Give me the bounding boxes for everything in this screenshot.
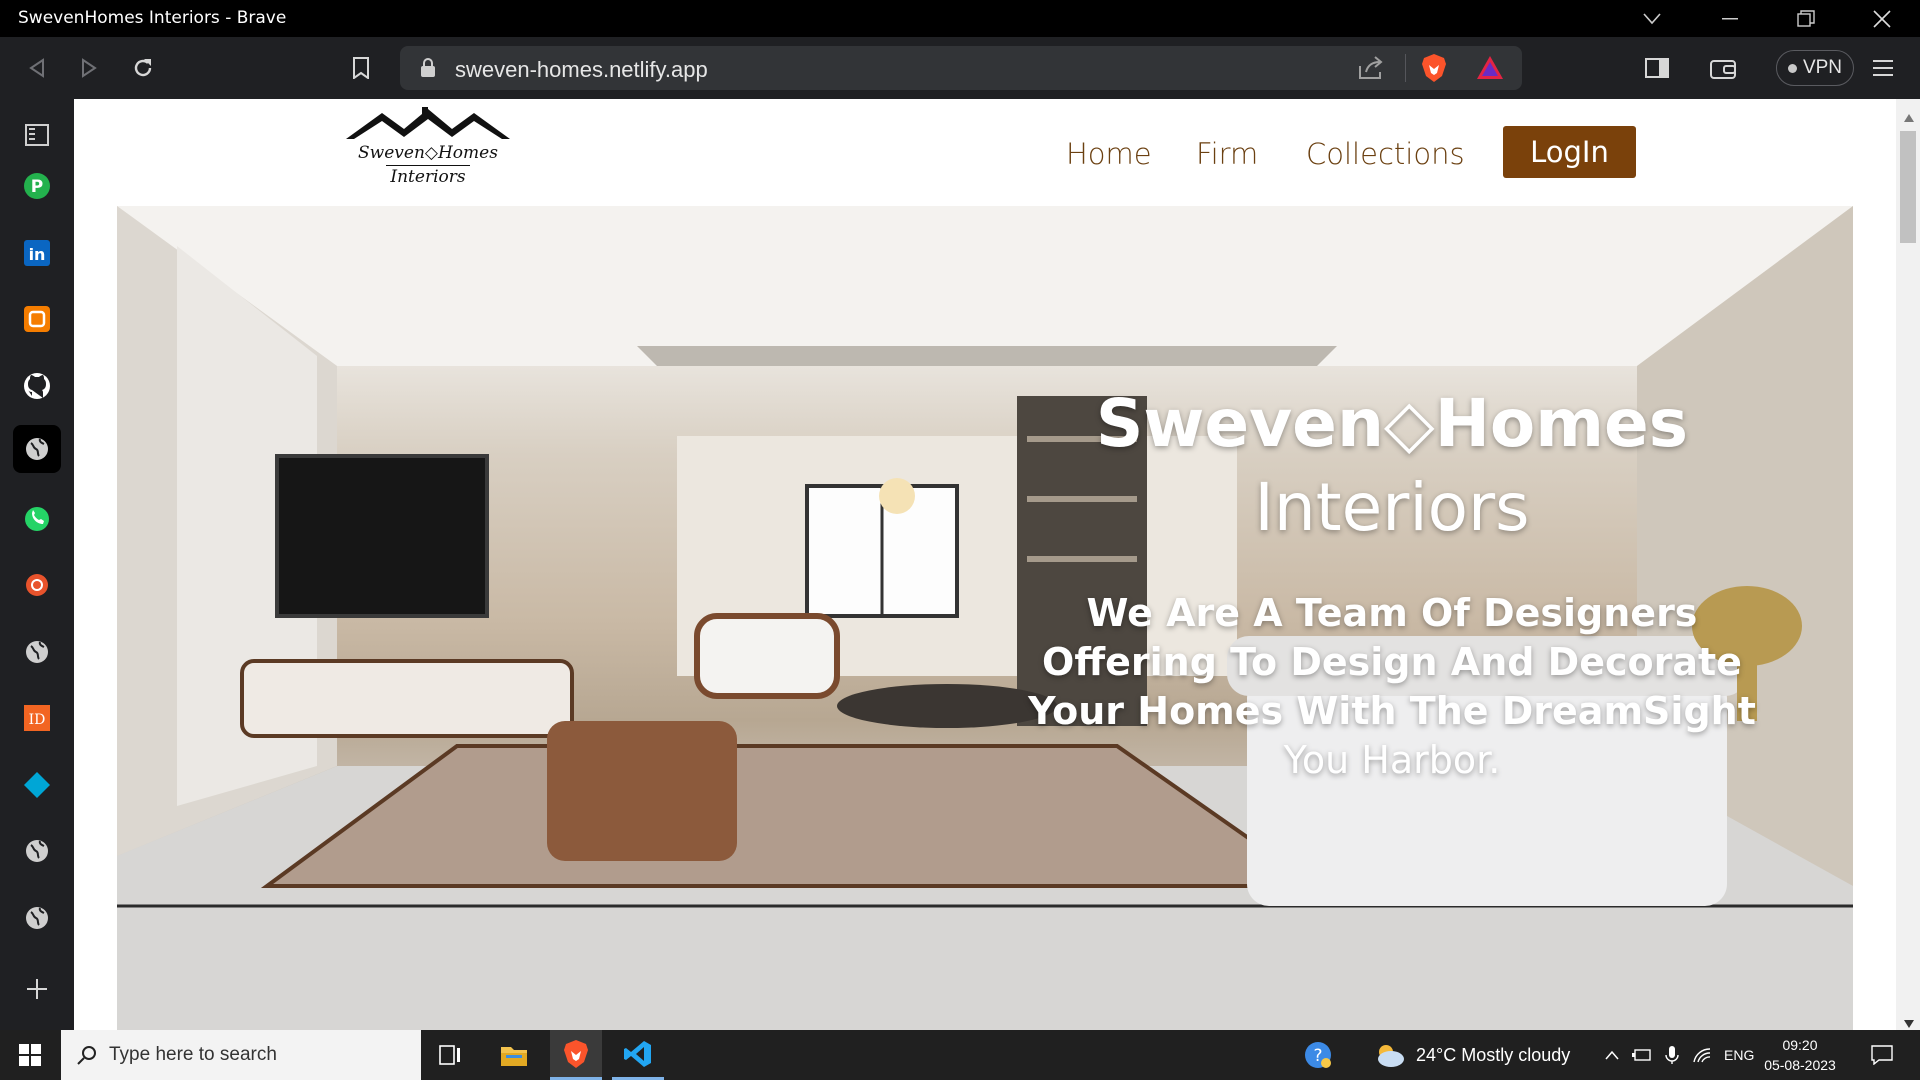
svg-text:in: in — [29, 245, 46, 264]
browser-sidebar: P in ID — [0, 99, 74, 1030]
address-bar[interactable]: sweven-homes.netlify.app — [400, 46, 1522, 90]
page-scrollbar[interactable] — [1896, 99, 1920, 1030]
id-icon[interactable]: ID — [13, 694, 61, 742]
nav-firm[interactable]: Firm — [1196, 137, 1258, 171]
brave-rewards-icon[interactable] — [1476, 55, 1504, 85]
weather-text: 24°C Mostly cloudy — [1416, 1044, 1571, 1065]
vpn-label: VPN — [1802, 57, 1843, 78]
site-logo[interactable]: Sweven◇Homes Interiors — [342, 107, 514, 191]
brave-shields-icon[interactable] — [1420, 53, 1448, 87]
hero-title-line1: Sweven◇Homes — [1095, 385, 1689, 462]
window-title: SwevenHomes Interiors - Brave — [18, 8, 287, 28]
scroll-up-icon[interactable] — [1904, 107, 1914, 126]
cloudy-weather-icon — [1372, 1042, 1406, 1068]
globe-icon[interactable] — [13, 894, 61, 942]
reload-icon[interactable] — [124, 49, 162, 87]
windows-start-icon[interactable] — [0, 1030, 60, 1080]
hero-tagline-line3: Your Homes With The DreamSight — [1028, 689, 1756, 733]
logo-text-line1: Sweven◇Homes — [358, 143, 498, 163]
globe-icon[interactable] — [13, 827, 61, 875]
hero-tagline-line2: Offering To Design And Decorate — [1042, 640, 1742, 684]
taskbar-search-box[interactable]: Type here to search — [61, 1030, 421, 1080]
close-button[interactable] — [1850, 0, 1914, 37]
add-icon[interactable] — [13, 965, 61, 1013]
hero-tagline-line4: You Harbor. — [1283, 738, 1501, 782]
title-bar: SwevenHomes Interiors - Brave — [0, 0, 1920, 37]
nav-home[interactable]: Home — [1066, 137, 1152, 171]
whatsapp-icon[interactable] — [13, 495, 61, 543]
task-view-icon[interactable] — [424, 1030, 476, 1080]
linkedin-icon[interactable]: in — [13, 229, 61, 277]
clock-time: 09:20 — [1782, 1037, 1818, 1053]
restore-button[interactable] — [1774, 0, 1838, 37]
login-button[interactable]: LogIn — [1503, 126, 1636, 178]
sidebar-toggle-icon[interactable] — [1638, 49, 1676, 87]
vpn-button[interactable]: VPN — [1776, 50, 1854, 86]
clock[interactable]: 09:20 05-08-2023 — [1764, 1030, 1836, 1080]
notifications-icon[interactable] — [1862, 1030, 1902, 1080]
search-icon — [77, 1045, 97, 1065]
roof-logo-icon — [346, 107, 510, 139]
record-icon[interactable] — [13, 561, 61, 609]
sidebar-panel-icon[interactable] — [13, 111, 61, 159]
wifi-icon[interactable] — [1690, 1030, 1714, 1080]
vscode-icon[interactable] — [612, 1030, 664, 1080]
p-app-icon[interactable]: P — [13, 162, 61, 210]
brave-taskbar-icon[interactable] — [550, 1030, 602, 1080]
tab-search-icon[interactable] — [1620, 0, 1684, 37]
nav-collections[interactable]: Collections — [1306, 137, 1465, 171]
language-indicator[interactable]: ENG — [1724, 1030, 1754, 1080]
lock-icon[interactable] — [420, 58, 436, 82]
menu-icon[interactable] — [1864, 49, 1902, 87]
logo-underline — [386, 165, 470, 166]
forward-icon[interactable] — [70, 49, 108, 87]
browser-toolbar: sweven-homes.netlify.app VPN — [0, 37, 1920, 99]
minimize-button[interactable] — [1698, 0, 1762, 37]
windows-taskbar: Type here to search ? 24°C Mostly cloudy… — [0, 1030, 1920, 1080]
url-text[interactable]: sweven-homes.netlify.app — [455, 57, 708, 83]
logo-text-line2: Interiors — [390, 167, 466, 187]
back-icon[interactable] — [18, 49, 56, 87]
url-divider — [1405, 54, 1406, 82]
scroll-thumb[interactable] — [1900, 131, 1916, 243]
svg-text:P: P — [31, 177, 43, 197]
web-page: Sweven◇Homes Interiors Home Firm Collect… — [74, 99, 1896, 1030]
hero-title-line2: Interiors — [1254, 469, 1530, 546]
globe-icon[interactable] — [13, 628, 61, 676]
diamond-icon[interactable] — [13, 761, 61, 809]
blogger-icon[interactable] — [13, 295, 61, 343]
bookmark-icon[interactable] — [342, 49, 380, 87]
help-icon[interactable]: ? — [1298, 1030, 1338, 1080]
share-icon[interactable] — [1358, 56, 1384, 84]
search-placeholder: Type here to search — [109, 1044, 277, 1065]
wallet-icon[interactable] — [1704, 49, 1742, 87]
show-hidden-icons[interactable] — [1600, 1030, 1624, 1080]
file-explorer-icon[interactable] — [488, 1030, 540, 1080]
weather-widget[interactable]: 24°C Mostly cloudy — [1372, 1030, 1570, 1080]
hero-banner: Sweven◇Homes Interiors We Are A Team Of … — [117, 206, 1853, 1030]
globe-icon[interactable] — [13, 425, 61, 473]
battery-icon[interactable] — [1630, 1030, 1654, 1080]
vpn-status-icon — [1787, 63, 1797, 73]
svg-text:ID: ID — [29, 712, 46, 728]
github-icon[interactable] — [13, 362, 61, 410]
hero-tagline-line1: We Are A Team Of Designers — [1086, 591, 1698, 635]
clock-date: 05-08-2023 — [1764, 1057, 1836, 1073]
microphone-icon[interactable] — [1660, 1030, 1684, 1080]
